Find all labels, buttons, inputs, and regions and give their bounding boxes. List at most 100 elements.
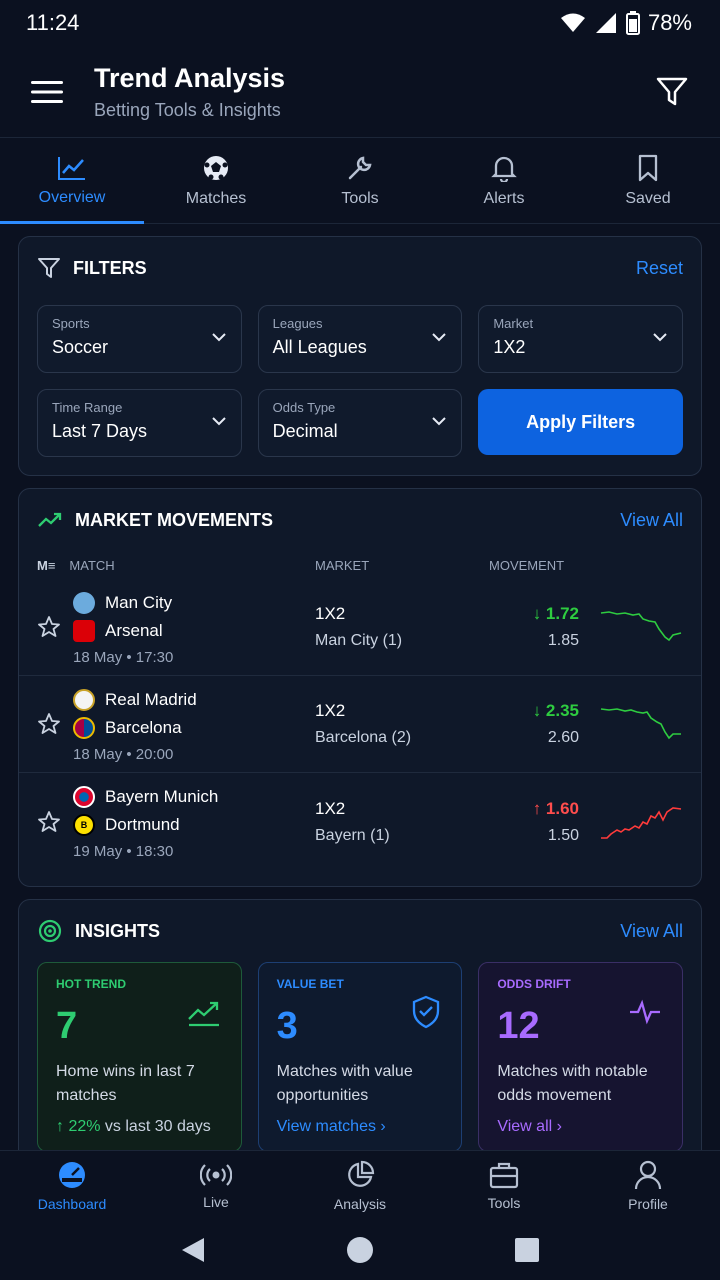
filters-header: FILTERS Reset <box>19 237 701 299</box>
nav-profile[interactable]: Profile <box>576 1151 720 1220</box>
table-row[interactable]: Real Madrid Barcelona 18 May • 20:00 1X2… <box>19 676 701 773</box>
reset-button[interactable]: Reset <box>636 258 683 279</box>
page-title: Trend Analysis <box>94 62 286 93</box>
hot-trend-card[interactable]: HOT TREND 7 Home wins in last 7 matches … <box>37 962 242 1150</box>
kickoff-time: 18 May • 20:00 <box>73 745 174 763</box>
tab-label: Matches <box>185 189 247 207</box>
content-area[interactable]: FILTERS Reset Sports Soccer Leagues All … <box>0 226 720 1150</box>
tab-overview[interactable]: Overview <box>0 138 144 224</box>
market-cell: 1X2 Bayern (1) <box>315 798 390 844</box>
insights-view-all-link[interactable]: View All <box>620 921 683 942</box>
market-view-all-link[interactable]: View All <box>620 510 683 531</box>
odds-drift-card[interactable]: ODDS DRIFT 12 Matches with notable odds … <box>478 962 683 1150</box>
view-all-link[interactable]: View all › <box>497 1118 664 1136</box>
leagues-select[interactable]: Leagues All Leagues <box>257 305 463 373</box>
shield-check-icon <box>413 995 440 1029</box>
insight-description: Matches with value opportunities <box>276 1063 413 1104</box>
briefcase-icon <box>489 1162 519 1188</box>
trend-up-icon <box>38 512 62 527</box>
market-movements-header: MARKET MOVEMENTS View All <box>19 489 701 551</box>
tab-saved[interactable]: Saved <box>576 138 720 223</box>
table-header: M≡ MATCH MARKET MOVEMENT <box>19 551 701 579</box>
menu-button[interactable] <box>28 73 66 111</box>
system-nav <box>0 1220 720 1280</box>
sparkline-down <box>600 611 682 642</box>
insight-description: Matches with notable odds movement <box>497 1063 648 1104</box>
tab-matches[interactable]: Matches <box>144 138 288 223</box>
recents-icon[interactable] <box>514 1237 540 1263</box>
header-titles: Trend Analysis Betting Tools & Insights <box>94 63 652 121</box>
table-row[interactable]: Man City Arsenal 18 May • 17:30 1X2 Man … <box>19 579 701 676</box>
nav-live[interactable]: Live <box>144 1151 288 1220</box>
insight-tag: HOT TREND <box>56 977 126 991</box>
home-icon[interactable] <box>346 1236 374 1264</box>
odds-type-select[interactable]: Odds Type Decimal <box>257 389 463 457</box>
home-team: Bayern Munich <box>73 783 315 811</box>
user-icon <box>634 1160 662 1189</box>
trend-line-icon <box>58 156 85 180</box>
trend-up-icon <box>187 1001 219 1027</box>
signal-icon <box>595 13 616 33</box>
movement-cell: ↓ 1.72 1.85 <box>489 604 579 650</box>
wrench-icon <box>348 155 372 179</box>
real-madrid-crest-icon <box>73 688 95 711</box>
market-select[interactable]: Market 1X2 <box>478 305 683 373</box>
movement-cell: ↑ 1.60 1.50 <box>489 799 579 845</box>
column-movement: MOVEMENT <box>489 557 565 573</box>
chevron-down-icon <box>432 333 447 342</box>
tab-tools[interactable]: Tools <box>288 138 432 223</box>
dortmund-crest-icon: B <box>73 814 95 836</box>
view-matches-link[interactable]: View matches › <box>277 1118 444 1136</box>
time-range-select[interactable]: Time Range Last 7 Days <box>37 389 242 457</box>
star-icon[interactable] <box>37 712 61 736</box>
tab-label: Alerts <box>483 189 525 207</box>
sparkline-down <box>600 708 681 740</box>
nav-analysis[interactable]: Analysis <box>288 1151 432 1220</box>
market-cell: 1X2 Barcelona (2) <box>315 701 412 746</box>
current-odds: ↓ 1.72 <box>532 604 579 623</box>
insight-description: Home wins in last 7 matches <box>56 1063 195 1104</box>
chevron-down-icon <box>211 417 226 426</box>
market-cell: 1X2 Man City (1) <box>315 604 403 649</box>
tab-bar: Overview Matches Tools Alerts Saved <box>0 138 720 224</box>
star-icon[interactable] <box>37 810 61 834</box>
away-team: Barcelona <box>73 714 315 742</box>
apply-filters-button[interactable]: Apply Filters <box>478 389 683 455</box>
tab-alerts[interactable]: Alerts <box>432 138 576 223</box>
wifi-icon <box>560 13 585 32</box>
nav-tools[interactable]: Tools <box>432 1151 576 1220</box>
arsenal-crest-icon <box>73 619 95 642</box>
dashboard-icon <box>59 1161 85 1188</box>
bottom-nav: Dashboard Live Analysis Tools Profile <box>0 1150 720 1220</box>
kickoff-time: 19 May • 18:30 <box>73 843 174 860</box>
kickoff-time: 18 May • 17:30 <box>73 648 174 666</box>
insight-footer: ↑ 22% vs last 30 days <box>56 1118 211 1135</box>
sports-select[interactable]: Sports Soccer <box>37 305 242 373</box>
tab-label: Saved <box>625 189 671 207</box>
battery-level: 78% <box>647 10 692 35</box>
filter-button[interactable] <box>652 72 692 112</box>
match-cell: Bayern Munich B Dortmund 19 May • 18:30 <box>73 783 315 860</box>
sparkline-up <box>601 806 682 839</box>
insight-tag: ODDS DRIFT <box>497 977 571 991</box>
value-bet-card[interactable]: VALUE BET 3 Matches with value opportuni… <box>257 962 463 1150</box>
back-icon[interactable] <box>180 1236 206 1264</box>
status-icons: 78% <box>560 10 692 36</box>
pie-chart-icon <box>348 1160 375 1187</box>
home-team: Real Madrid <box>73 686 315 714</box>
away-team: Arsenal <box>73 617 315 645</box>
filters-title: FILTERS <box>37 257 147 279</box>
bookmark-icon <box>638 154 658 181</box>
table-row[interactable]: Bayern Munich B Dortmund 19 May • 18:30 1… <box>19 773 701 870</box>
page-subtitle: Betting Tools & Insights <box>94 99 281 120</box>
app-header: Trend Analysis Betting Tools & Insights <box>0 46 720 138</box>
star-icon[interactable] <box>37 615 61 639</box>
nav-dashboard[interactable]: Dashboard <box>0 1151 144 1220</box>
filters-grid: Sports Soccer Leagues All Leagues Market… <box>19 299 701 475</box>
chevron-down-icon <box>211 333 226 342</box>
previous-odds: 1.50 <box>547 826 579 844</box>
insights-title: INSIGHTS <box>37 918 160 944</box>
movement-cell: ↓ 2.35 2.60 <box>489 701 579 747</box>
home-team: Man City <box>73 589 315 617</box>
insights-grid: HOT TREND 7 Home wins in last 7 matches … <box>19 962 701 1150</box>
